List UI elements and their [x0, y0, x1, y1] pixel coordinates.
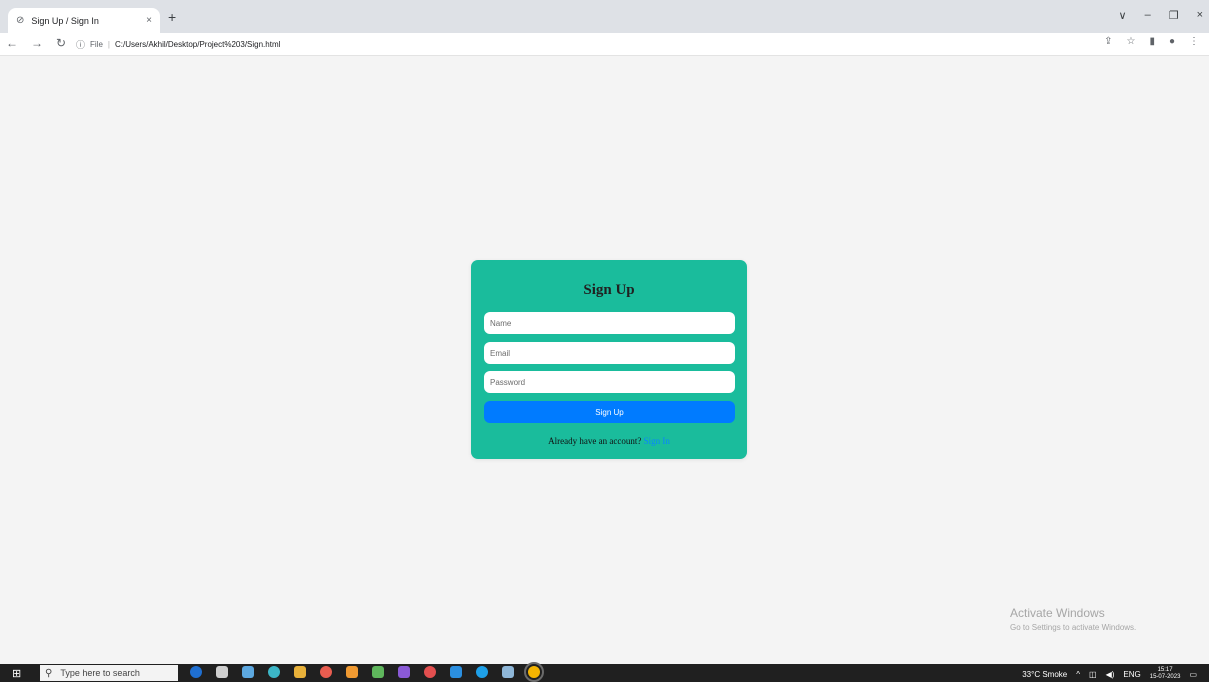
- address-scheme: File: [90, 39, 103, 49]
- taskbar-search-placeholder: Type here to search: [60, 668, 140, 678]
- skype-icon[interactable]: [476, 666, 488, 678]
- back-arrow-icon[interactable]: ←: [6, 36, 18, 50]
- windows-start-icon[interactable]: ⊞: [12, 667, 21, 680]
- signin-prompt: Already have an account? Sign In: [471, 436, 747, 446]
- address-bar[interactable]: ⓘ File | C:/Users/Akhil/Desktop/Project%…: [76, 35, 1086, 53]
- tab-close-icon[interactable]: ×: [146, 15, 152, 26]
- tray-arrow-icon[interactable]: ^: [1076, 670, 1080, 679]
- info-icon[interactable]: ⓘ: [76, 38, 85, 51]
- vscode-icon[interactable]: [450, 666, 462, 678]
- browser-tabstrip: ⊘ Sign Up / Sign In × + ∨ – ❐ ×: [0, 0, 1209, 33]
- signup-card: Sign Up Name Email Password Sign Up Alre…: [471, 260, 747, 459]
- app-icon-3[interactable]: [346, 666, 358, 678]
- task-view-icon[interactable]: [216, 666, 228, 678]
- edge-app-icon[interactable]: [268, 666, 280, 678]
- toolbar-icons: ⇪ ☆ ▮ ● ⋮: [1104, 36, 1199, 47]
- close-window-button[interactable]: ×: [1197, 9, 1203, 22]
- address-path: C:/Users/Akhil/Desktop/Project%203/Sign.…: [114, 39, 281, 49]
- profile-icon[interactable]: ●: [1169, 36, 1175, 47]
- signin-link[interactable]: Sign In: [644, 436, 670, 446]
- browser-tab[interactable]: ⊘ Sign Up / Sign In ×: [8, 8, 160, 33]
- address-separator: |: [107, 39, 110, 49]
- weather[interactable]: 33°C Smoke: [1022, 670, 1067, 679]
- app-icon-4[interactable]: [372, 666, 384, 678]
- file-explorer-icon[interactable]: [294, 666, 306, 678]
- network-icon[interactable]: ◫: [1089, 670, 1097, 679]
- app-icon-5[interactable]: [502, 666, 514, 678]
- browser-toolbar: ← → ↻ ⓘ File | C:/Users/Akhil/Desktop/Pr…: [0, 33, 1209, 56]
- share-icon[interactable]: ⇪: [1104, 36, 1112, 47]
- visual-studio-icon[interactable]: [398, 666, 410, 678]
- new-tab-button[interactable]: +: [168, 9, 176, 25]
- watermark-title: Activate Windows: [1010, 606, 1105, 620]
- name-input[interactable]: Name: [484, 312, 735, 334]
- forward-arrow-icon[interactable]: →: [31, 36, 43, 50]
- window-controls: ∨ – ❐ ×: [1119, 9, 1204, 22]
- minimize-button[interactable]: –: [1145, 9, 1151, 22]
- restore-button[interactable]: ❐: [1169, 9, 1179, 22]
- password-input[interactable]: Password: [484, 371, 735, 393]
- form-title: Sign Up: [583, 282, 635, 298]
- clock-time: 15:17: [1157, 667, 1173, 673]
- language[interactable]: ENG: [1123, 670, 1140, 679]
- star-icon[interactable]: ☆: [1126, 36, 1135, 47]
- nav-buttons: ← → ↻: [6, 36, 66, 50]
- system-tray: 33°C Smoke ^ ◫ ◀) ENG 15:17 15-07-2023 ▭: [1022, 667, 1197, 681]
- bing-app-icon[interactable]: [190, 666, 202, 678]
- watermark-subtitle: Go to Settings to activate Windows.: [1010, 623, 1137, 632]
- search-icon: ⚲: [45, 667, 53, 679]
- signup-button[interactable]: Sign Up: [484, 401, 735, 423]
- taskbar-search[interactable]: ⚲ Type here to search: [40, 665, 178, 681]
- taskbar-apps: [190, 662, 544, 682]
- activate-windows-watermark: Activate Windows Go to Settings to activ…: [1010, 606, 1136, 632]
- taskbar: ⊞ ⚲ Type here to search 33°C Smoke ^ ◫ ◀…: [0, 662, 1209, 682]
- clock-date: 15-07-2023: [1149, 674, 1181, 680]
- app-icon-1[interactable]: [242, 666, 254, 678]
- chrome-favicon: ⊘: [16, 15, 25, 26]
- app-icon-2[interactable]: [320, 666, 332, 678]
- volume-icon[interactable]: ◀): [1106, 670, 1115, 679]
- menu-dots-icon[interactable]: ⋮: [1189, 36, 1199, 47]
- chrome-app-icon[interactable]: [424, 666, 436, 678]
- tab-title: Sign Up / Sign In: [31, 15, 99, 26]
- email-input[interactable]: Email: [484, 342, 735, 364]
- notifications-icon[interactable]: ▭: [1189, 670, 1197, 679]
- reload-icon[interactable]: ↻: [56, 36, 66, 50]
- active-browser-icon[interactable]: [524, 662, 544, 682]
- sidepanel-icon[interactable]: ▮: [1149, 36, 1155, 47]
- tab-search-icon[interactable]: ∨: [1119, 9, 1127, 22]
- signin-prompt-text: Already have an account?: [548, 436, 642, 446]
- clock[interactable]: 15:17 15-07-2023: [1150, 667, 1181, 681]
